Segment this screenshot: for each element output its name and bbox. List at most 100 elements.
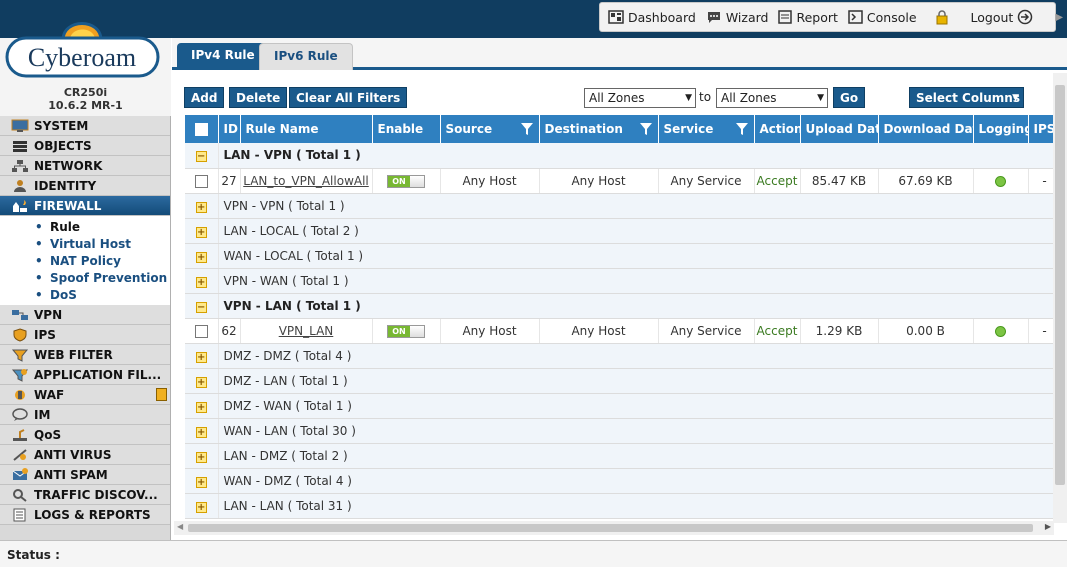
group-toggle-cell[interactable]: + <box>185 268 219 294</box>
expand-icon[interactable]: + <box>195 201 207 213</box>
select-columns-button[interactable]: Select Columns ▼ <box>909 87 1024 108</box>
wizard-link[interactable]: Wizard <box>706 10 768 25</box>
group-toggle-cell[interactable]: + <box>185 393 219 419</box>
rule-name-link[interactable]: LAN_to_VPN_AllowAll <box>243 174 369 188</box>
sidebar-item-application-filter[interactable]: APPLICATION FIL... <box>0 365 170 385</box>
expand-icon[interactable]: + <box>195 226 207 238</box>
vertical-scrollbar[interactable] <box>1053 73 1067 523</box>
collapse-icon[interactable]: − <box>195 151 207 163</box>
group-row[interactable]: − LAN - VPN ( Total 1 ) <box>185 143 1053 169</box>
sidebar-item-ips[interactable]: IPS <box>0 325 170 345</box>
group-row[interactable]: + WAN - LOCAL ( Total 1 ) <box>185 243 1053 269</box>
group-toggle-cell[interactable]: + <box>185 468 219 494</box>
submenu-virtual-host[interactable]: Virtual Host <box>0 235 170 252</box>
col-header-source[interactable]: Source <box>440 115 540 143</box>
expand-icon[interactable]: + <box>195 251 207 263</box>
sidebar-item-qos[interactable]: QoS <box>0 425 170 445</box>
sidebar-item-identity[interactable]: IDENTITY <box>0 176 170 196</box>
filter-icon[interactable] <box>735 122 749 136</box>
expand-icon[interactable]: + <box>195 276 207 288</box>
group-toggle-cell[interactable]: + <box>185 368 219 394</box>
group-row[interactable]: + VPN - WAN ( Total 1 ) <box>185 268 1053 294</box>
sidebar-item-objects[interactable]: OBJECTS <box>0 136 170 156</box>
group-row[interactable]: − VPN - LAN ( Total 1 ) <box>185 293 1053 319</box>
group-toggle-cell[interactable]: − <box>185 293 219 319</box>
filter-icon[interactable] <box>520 122 534 136</box>
row-checkbox[interactable] <box>194 324 208 338</box>
tab-ipv6-rule[interactable]: IPv6 Rule <box>259 43 353 70</box>
enable-toggle[interactable]: ON <box>387 324 425 338</box>
col-header-rule-name[interactable]: Rule Name <box>240 115 373 143</box>
expand-icon[interactable]: + <box>195 451 207 463</box>
horizontal-scrollbar[interactable]: ◀ ▶ <box>174 521 1054 535</box>
group-toggle-cell[interactable]: + <box>185 343 219 369</box>
col-header-service[interactable]: Service <box>658 115 755 143</box>
expand-icon[interactable]: + <box>195 376 207 388</box>
expand-icon[interactable]: + <box>195 351 207 363</box>
row-checkbox[interactable] <box>194 174 208 188</box>
group-toggle-cell[interactable]: − <box>185 143 219 169</box>
group-row[interactable]: + DMZ - LAN ( Total 1 ) <box>185 368 1053 394</box>
dashboard-link[interactable]: Dashboard <box>608 10 696 25</box>
sidebar-item-system[interactable]: SYSTEM <box>0 116 170 136</box>
sidebar-item-anti-spam[interactable]: ANTI SPAM <box>0 465 170 485</box>
filter-icon[interactable] <box>639 122 653 136</box>
group-toggle-cell[interactable]: + <box>185 418 219 444</box>
col-header-destination[interactable]: Destination <box>539 115 659 143</box>
group-toggle-cell[interactable]: + <box>185 193 219 219</box>
group-row[interactable]: + LAN - DMZ ( Total 2 ) <box>185 443 1053 469</box>
expand-icon[interactable]: + <box>195 476 207 488</box>
group-row[interactable]: + VPN - VPN ( Total 1 ) <box>185 193 1053 219</box>
collapse-icon[interactable]: − <box>195 301 207 313</box>
go-button[interactable]: Go <box>833 87 866 108</box>
expand-icon[interactable]: + <box>195 426 207 438</box>
submenu-rule[interactable]: Rule <box>0 218 170 235</box>
submenu-nat-policy[interactable]: NAT Policy <box>0 252 170 269</box>
sidebar-item-web-filter[interactable]: WEB FILTER <box>0 345 170 365</box>
select-all-checkbox[interactable] <box>194 123 208 136</box>
horizontal-scroll-thumb[interactable] <box>188 524 1033 532</box>
delete-button[interactable]: Delete <box>229 87 288 108</box>
group-row[interactable]: + DMZ - DMZ ( Total 4 ) <box>185 343 1053 369</box>
submenu-spoof-prevention[interactable]: Spoof Prevention <box>0 269 170 286</box>
submenu-dos[interactable]: DoS <box>0 286 170 303</box>
sidebar-item-vpn[interactable]: VPN <box>0 305 170 325</box>
rule-name-link[interactable]: VPN_LAN <box>279 324 334 338</box>
group-row[interactable]: + WAN - DMZ ( Total 4 ) <box>185 468 1053 494</box>
add-button[interactable]: Add <box>184 87 225 108</box>
table-row[interactable]: 62 VPN_LAN ON Any Host Any Host Any Service Ac… <box>185 318 1053 344</box>
col-header-action[interactable]: Action <box>754 115 801 143</box>
tab-ipv4-rule[interactable]: IPv4 Rule <box>177 43 269 70</box>
group-row[interactable]: + LAN - LAN ( Total 31 ) <box>185 493 1053 519</box>
scroll-right-icon[interactable]: ▶ <box>1045 522 1051 531</box>
table-row[interactable]: 27 LAN_to_VPN_AllowAll ON Any Host Any Host A… <box>185 168 1053 194</box>
expand-icon[interactable]: + <box>195 401 207 413</box>
report-link[interactable]: Report <box>778 10 838 25</box>
group-toggle-cell[interactable]: + <box>185 443 219 469</box>
vertical-scroll-thumb[interactable] <box>1055 85 1065 485</box>
logout-link[interactable]: Logout <box>971 9 1038 25</box>
col-header-enable[interactable]: Enable <box>372 115 441 143</box>
lock-button[interactable] <box>935 9 953 25</box>
sidebar-item-traffic-discovery[interactable]: TRAFFIC DISCOV... <box>0 485 170 505</box>
scroll-left-icon[interactable]: ◀ <box>177 522 183 531</box>
group-row[interactable]: + WAN - LAN ( Total 30 ) <box>185 418 1053 444</box>
group-toggle-cell[interactable]: + <box>185 493 219 519</box>
col-header-id[interactable]: ID <box>218 115 241 143</box>
sidebar-item-logs-reports[interactable]: LOGS & REPORTS <box>0 505 170 525</box>
group-toggle-cell[interactable]: + <box>185 243 219 269</box>
sidebar-item-anti-virus[interactable]: ANTI VIRUS <box>0 445 170 465</box>
sidebar-item-network[interactable]: NETWORK <box>0 156 170 176</box>
enable-toggle[interactable]: ON <box>387 174 425 188</box>
group-row[interactable]: + DMZ - WAN ( Total 1 ) <box>185 393 1053 419</box>
group-row[interactable]: + LAN - LOCAL ( Total 2 ) <box>185 218 1053 244</box>
group-toggle-cell[interactable]: + <box>185 218 219 244</box>
zone-from-select[interactable]: All Zones <box>584 88 696 108</box>
col-header-download-data[interactable]: Download Data <box>878 115 974 143</box>
col-header-logging[interactable]: Logging <box>973 115 1029 143</box>
expand-icon[interactable]: + <box>195 501 207 513</box>
console-link[interactable]: Console <box>848 10 917 25</box>
col-header-upload-data[interactable]: Upload Data <box>800 115 879 143</box>
nav-expand-arrow[interactable]: ▶ <box>1055 12 1063 23</box>
zone-to-select[interactable]: All Zones <box>716 88 828 108</box>
